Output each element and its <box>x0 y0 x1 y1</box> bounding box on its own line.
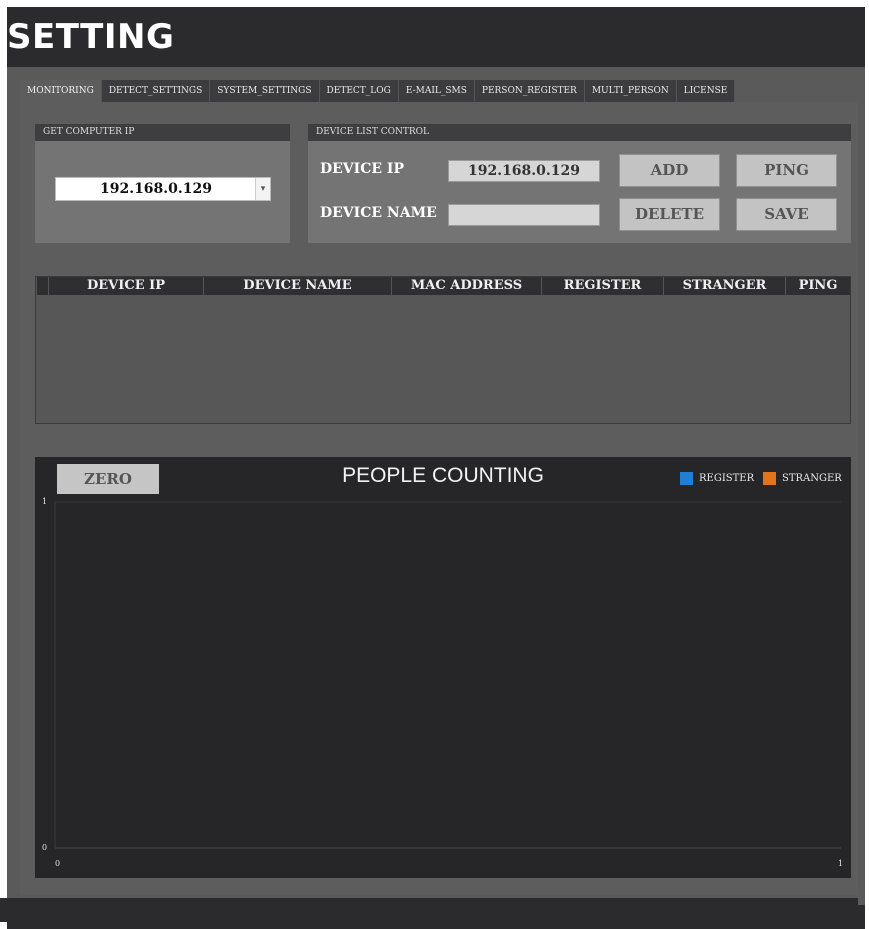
tab-system-settings[interactable]: SYSTEM_SETTINGS <box>210 80 320 102</box>
column-device-name[interactable]: DEVICE NAME <box>203 277 391 295</box>
tab-detect-settings[interactable]: DETECT_SETTINGS <box>101 80 211 102</box>
device-table[interactable]: DEVICE IP DEVICE NAME MAC ADDRESS REGIST… <box>35 276 851 424</box>
x-max-tick: 1 <box>838 859 844 868</box>
computer-ip-value: 192.168.0.129 <box>99 181 213 197</box>
save-button[interactable]: SAVE <box>736 198 837 231</box>
tab-license[interactable]: LICENSE <box>676 80 736 102</box>
tab-detect-log[interactable]: DETECT_LOG <box>319 80 399 102</box>
row-selector-header <box>36 277 48 295</box>
y-min-tick: 0 <box>42 843 48 852</box>
column-device-ip[interactable]: DEVICE IP <box>48 277 203 295</box>
column-stranger[interactable]: STRANGER <box>663 277 785 295</box>
device-ip-label: DEVICE IP <box>320 161 404 177</box>
tab-person-register[interactable]: PERSON_REGISTER <box>474 80 585 102</box>
tab-bar: MONITORING DETECT_SETTINGS SYSTEM_SETTIN… <box>20 80 736 102</box>
device-list-control-header: DEVICE LIST CONTROL <box>308 124 851 141</box>
tab-email-sms[interactable]: E-MAIL_SMS <box>398 80 475 102</box>
column-mac-address[interactable]: MAC ADDRESS <box>391 277 541 295</box>
add-button[interactable]: ADD <box>619 154 720 187</box>
footer-bar <box>0 898 858 922</box>
device-name-field[interactable] <box>448 204 600 226</box>
ping-button[interactable]: PING <box>736 154 837 187</box>
page-title: SETTING <box>7 17 175 57</box>
y-max-tick: 1 <box>42 497 48 506</box>
get-computer-ip-header: GET COMPUTER IP <box>35 124 290 141</box>
device-table-header: DEVICE IP DEVICE NAME MAC ADDRESS REGIST… <box>36 277 850 295</box>
delete-button[interactable]: DELETE <box>619 198 720 231</box>
x-min-tick: 0 <box>55 859 61 868</box>
column-register[interactable]: REGISTER <box>541 277 663 295</box>
column-ping[interactable]: PING <box>785 277 850 295</box>
plot-area <box>54 501 841 849</box>
tab-monitoring[interactable]: MONITORING <box>20 80 102 102</box>
people-counting-chart: ZERO PEOPLE COUNTING REGISTER STRANGER 1… <box>35 457 851 878</box>
device-ip-field[interactable]: 192.168.0.129 <box>448 160 600 182</box>
computer-ip-select[interactable]: 192.168.0.129 ▾ <box>55 177 271 201</box>
chevron-down-icon[interactable]: ▾ <box>255 178 270 200</box>
tab-multi-person[interactable]: MULTI_PERSON <box>584 80 677 102</box>
device-name-label: DEVICE NAME <box>320 205 437 221</box>
